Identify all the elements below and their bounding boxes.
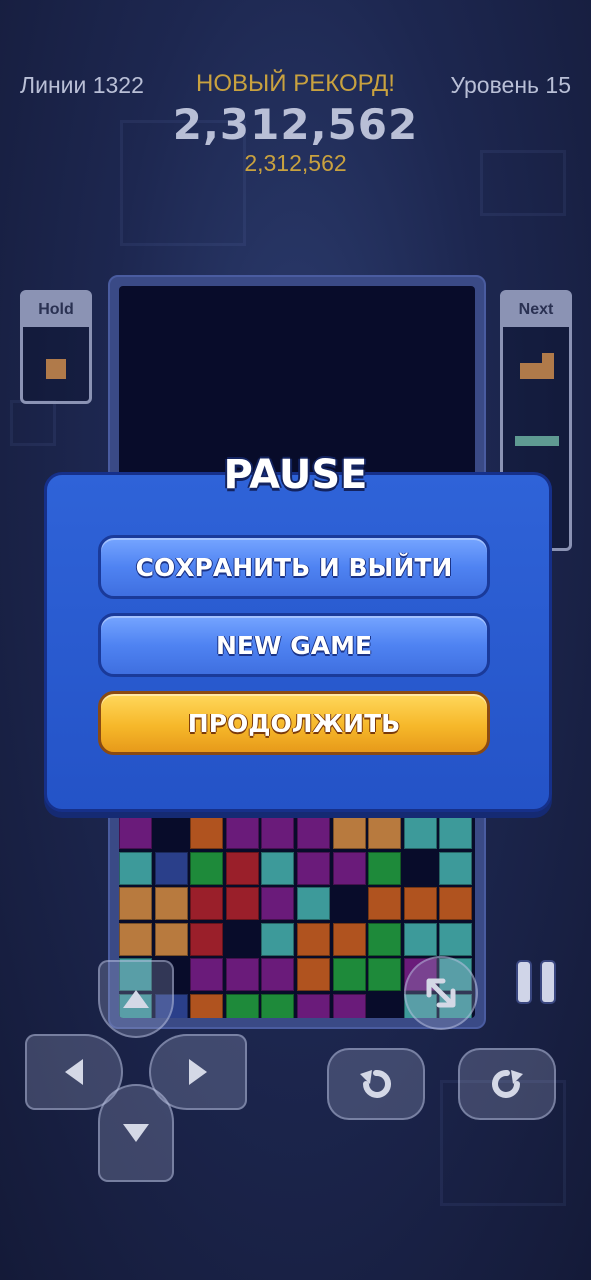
board-cell	[190, 994, 224, 1018]
swap-hold-button[interactable]	[404, 956, 478, 1030]
arrow-down-icon	[123, 1124, 149, 1142]
board-cell	[439, 851, 473, 885]
board-cell	[403, 922, 437, 956]
best-score: 2,312,562	[244, 150, 347, 176]
board-cell	[297, 994, 330, 1018]
board-cell	[261, 851, 295, 885]
board-cell	[368, 816, 402, 849]
board-cell	[297, 851, 330, 885]
board-cell	[154, 922, 188, 956]
board-cell	[297, 887, 330, 921]
new-game-button[interactable]: NEW GAME	[98, 613, 490, 677]
pause-title: PAUSE	[223, 452, 368, 498]
board-cell	[119, 816, 152, 849]
board-cell	[154, 887, 188, 921]
board-cell	[261, 958, 295, 992]
hold-piece	[46, 359, 66, 379]
rotate-left-button[interactable]	[327, 1048, 425, 1120]
hold-label: Hold	[23, 293, 89, 327]
board-cell	[190, 816, 224, 849]
dpad-up-button[interactable]	[98, 960, 174, 1038]
board-cell	[190, 958, 224, 992]
arrow-left-icon	[65, 1059, 83, 1085]
board-cell	[368, 958, 402, 992]
board-cell	[297, 816, 330, 849]
rotate-right-button[interactable]	[458, 1048, 556, 1120]
board-cell	[119, 922, 152, 956]
board-cell	[297, 958, 330, 992]
board-cell	[439, 887, 473, 921]
board-cell	[368, 922, 402, 956]
board-cell	[439, 922, 473, 956]
pause-icon[interactable]	[518, 962, 556, 1002]
continue-button[interactable]: ПРОДОЛЖИТЬ	[98, 691, 490, 755]
board-cell	[332, 922, 366, 956]
arrow-up-icon	[123, 990, 149, 1008]
board-cell	[190, 887, 224, 921]
next-piece-1	[542, 353, 554, 365]
board-cell	[332, 994, 366, 1018]
hold-box: Hold	[20, 290, 92, 404]
level-indicator: Уровень 15	[450, 72, 571, 98]
board-cell	[261, 922, 295, 956]
save-and-exit-button[interactable]: СОХРАНИТЬ И ВЫЙТИ	[98, 535, 490, 599]
board-cell	[154, 851, 188, 885]
next-piece-1	[520, 363, 554, 379]
board-cell	[225, 958, 259, 992]
board-cell	[403, 887, 437, 921]
board-cell	[190, 851, 224, 885]
board-cell	[225, 851, 259, 885]
board-cell	[332, 958, 366, 992]
board-cell	[225, 816, 259, 849]
rotate-cw-icon	[492, 1069, 523, 1098]
background-decoration	[10, 400, 56, 446]
board-cell	[297, 922, 330, 956]
dpad-down-button[interactable]	[98, 1084, 174, 1182]
next-label: Next	[503, 293, 569, 327]
arrow-right-icon	[189, 1059, 207, 1085]
board-cell	[261, 887, 295, 921]
board-cell	[439, 816, 473, 849]
next-piece-2	[515, 436, 559, 446]
board-cell	[119, 887, 152, 921]
board-cell	[261, 816, 295, 849]
board-cell	[190, 922, 224, 956]
board-cell	[119, 851, 152, 885]
board-cell	[261, 994, 295, 1018]
rotate-ccw-icon	[360, 1069, 391, 1098]
board-cell	[368, 851, 402, 885]
board-cell	[225, 994, 259, 1018]
board-cell	[368, 887, 402, 921]
score: 2,312,562	[172, 100, 419, 149]
board-cell	[225, 887, 259, 921]
board-cell	[332, 816, 366, 849]
swap-hold-icon	[426, 978, 456, 1008]
board-cell	[403, 816, 437, 849]
board-cell	[332, 851, 366, 885]
